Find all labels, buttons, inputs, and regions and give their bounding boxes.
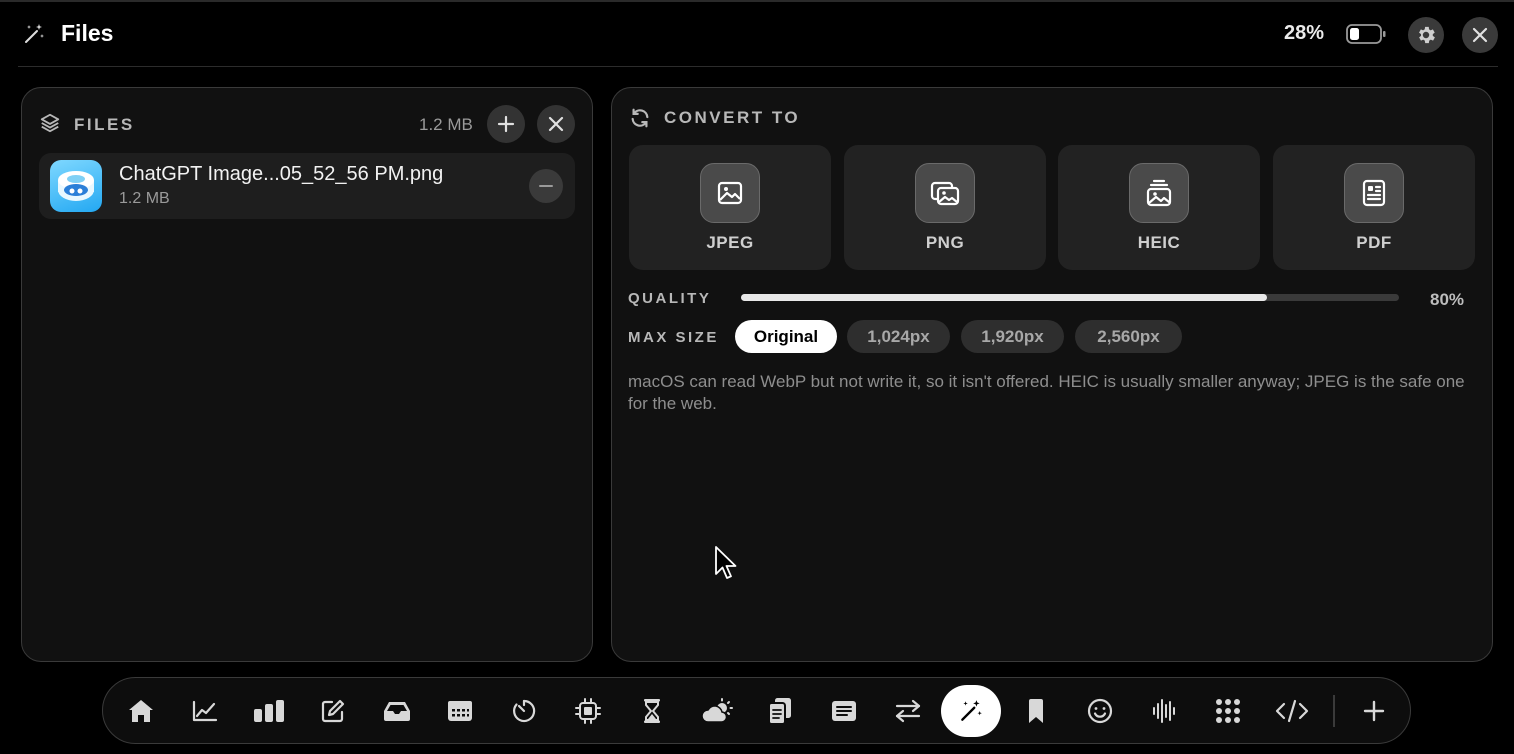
plus-icon — [1363, 700, 1385, 722]
format-option-heic[interactable]: HEIC — [1058, 145, 1260, 270]
dock-item-weather[interactable] — [692, 686, 742, 736]
files-section-label: FILES — [74, 115, 135, 134]
dock-item-hourglass[interactable] — [627, 686, 677, 736]
dock-item-home[interactable] — [116, 686, 166, 736]
clear-files-button[interactable] — [537, 105, 575, 143]
timer-icon — [511, 698, 537, 724]
quality-value: 80% — [1430, 290, 1465, 309]
convert-section-label: CONVERT TO — [664, 108, 801, 127]
max-size-option-1920[interactable]: 1,920px — [961, 320, 1064, 353]
clipboard-icon — [767, 697, 793, 725]
max-size-option-2560[interactable]: 2,560px — [1075, 320, 1182, 353]
add-file-button[interactable] — [487, 105, 525, 143]
file-name: ChatGPT Image...05_52_56 PM.png — [119, 163, 444, 185]
close-icon — [1471, 26, 1489, 44]
files-total-size: 1.2 MB — [419, 115, 473, 134]
format-label: JPEG — [706, 233, 754, 252]
format-option-pdf[interactable]: PDF — [1273, 145, 1475, 270]
file-size: 1.2 MB — [119, 190, 170, 207]
code-icon — [1275, 699, 1309, 723]
format-option-jpeg[interactable]: JPEG — [629, 145, 831, 270]
dock-item-transfer[interactable] — [883, 686, 933, 736]
dock — [102, 677, 1411, 744]
files-panel: FILES 1.2 MB ChatGPT Image...05_52_56 PM… — [21, 87, 593, 662]
close-window-button[interactable] — [1462, 17, 1498, 53]
dock-item-news[interactable] — [819, 686, 869, 736]
dock-item-charts[interactable] — [180, 686, 230, 736]
magic-wand-icon — [958, 698, 984, 724]
dock-item-timer[interactable] — [499, 686, 549, 736]
dock-item-emoji[interactable] — [1075, 686, 1125, 736]
gear-icon — [1415, 24, 1437, 46]
hourglass-icon — [642, 698, 662, 724]
photo-layers-icon — [1129, 163, 1189, 223]
minus-icon — [539, 184, 553, 188]
app-window: Files 28% FILES 1.2 MB ChatGPT Image...0… — [0, 0, 1514, 754]
dock-item-calendar[interactable] — [435, 686, 485, 736]
refresh-icon — [629, 107, 651, 129]
edit-icon — [320, 698, 346, 724]
header-divider — [18, 66, 1498, 67]
calendar-grid-icon — [447, 700, 473, 722]
quality-slider-fill — [741, 294, 1268, 301]
header: Files 28% — [0, 2, 1514, 66]
waveform-icon — [1151, 698, 1177, 724]
file-thumbnail — [50, 160, 102, 212]
dock-item-system[interactable] — [563, 686, 613, 736]
close-icon — [548, 116, 564, 132]
dock-item-inbox[interactable] — [372, 686, 422, 736]
settings-button[interactable] — [1408, 17, 1444, 53]
bar-chart-icon — [253, 699, 285, 723]
dock-item-clipboard[interactable] — [755, 686, 805, 736]
dock-item-bookmarks[interactable] — [1011, 686, 1061, 736]
weather-icon — [700, 698, 734, 724]
dock-item-notes[interactable] — [308, 686, 358, 736]
max-size-option-1024[interactable]: 1,024px — [847, 320, 950, 353]
dock-item-audio[interactable] — [1139, 686, 1189, 736]
format-option-png[interactable]: PNG — [844, 145, 1046, 270]
dock-item-code[interactable] — [1267, 686, 1317, 736]
window-title: Files — [61, 20, 114, 46]
plus-icon — [497, 115, 515, 133]
home-icon — [127, 698, 155, 724]
battery-percentage: 28% — [1284, 22, 1325, 44]
line-chart-icon — [191, 699, 219, 723]
dock-add-button[interactable] — [1349, 686, 1399, 736]
inbox-tray-icon — [383, 700, 411, 722]
dock-item-bars[interactable] — [244, 686, 294, 736]
bookmark-icon — [1027, 698, 1045, 724]
news-icon — [831, 700, 857, 722]
max-size-label: MAX SIZE — [628, 329, 719, 346]
smiley-icon — [1087, 698, 1113, 724]
dock-item-magic-wand[interactable] — [941, 685, 1001, 737]
convert-panel: CONVERT TO JPEG PNG HEIC PDF QUALITY 80%… — [611, 87, 1493, 662]
dock-separator — [1333, 695, 1335, 727]
photos-stack-icon — [915, 163, 975, 223]
magic-wand-icon — [22, 22, 46, 46]
dock-item-apps[interactable] — [1203, 686, 1253, 736]
quality-label: QUALITY — [628, 290, 712, 307]
transfer-arrows-icon — [894, 698, 922, 724]
chip-icon — [575, 698, 601, 724]
file-list-item[interactable]: ChatGPT Image...05_52_56 PM.png 1.2 MB — [39, 153, 575, 219]
photo-icon — [700, 163, 760, 223]
format-note: macOS can read WebP but not write it, so… — [628, 372, 1465, 413]
battery-icon — [1346, 23, 1386, 45]
remove-file-button[interactable] — [529, 169, 563, 203]
quality-slider[interactable] — [741, 294, 1399, 301]
max-size-option-original[interactable]: Original — [735, 320, 837, 353]
format-label: PDF — [1356, 233, 1392, 252]
mouse-cursor-icon — [714, 546, 738, 582]
document-icon — [1344, 163, 1404, 223]
apps-grid-icon — [1215, 698, 1241, 724]
format-label: PNG — [925, 233, 965, 252]
format-label: HEIC — [1137, 233, 1181, 252]
layers-icon — [39, 112, 61, 134]
